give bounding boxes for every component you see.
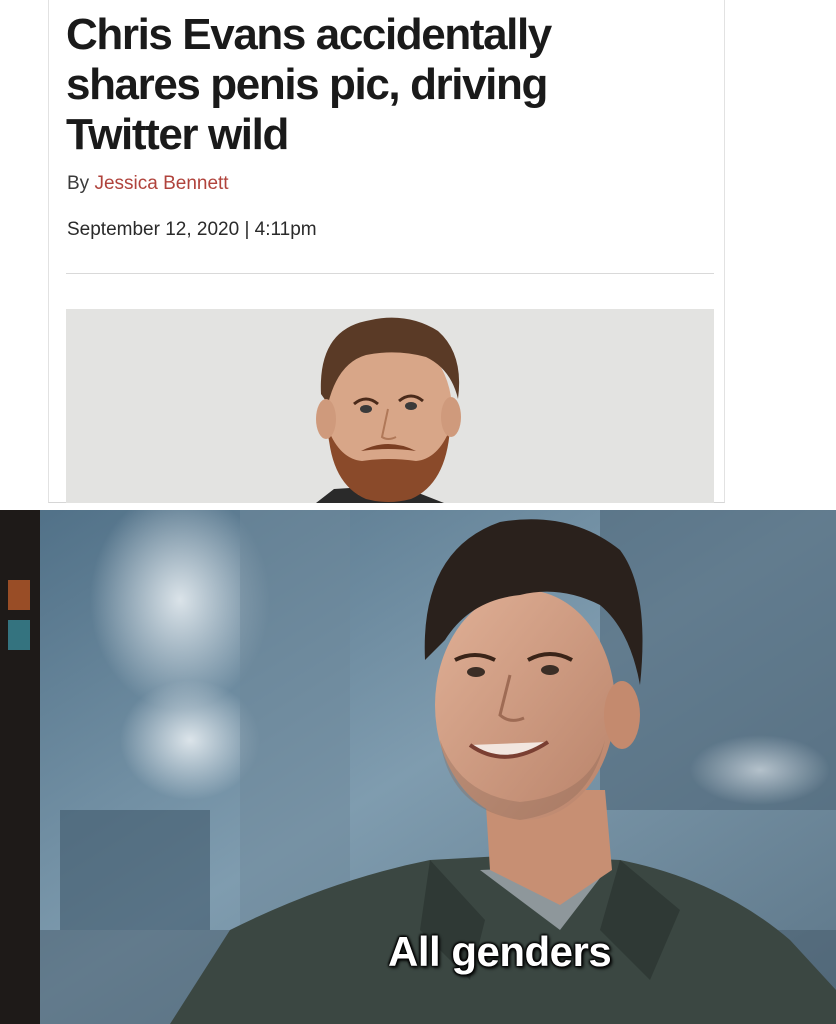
meme-caption: All genders bbox=[388, 928, 612, 975]
article-screenshot-panel: Chris Evans accidentally shares penis pi… bbox=[0, 0, 836, 510]
article-byline: By Jessica Bennett bbox=[67, 173, 229, 195]
article-photo bbox=[66, 309, 714, 503]
author-link[interactable]: Jessica Bennett bbox=[94, 173, 228, 194]
article-headline: Chris Evans accidentally shares penis pi… bbox=[66, 10, 552, 159]
bearded-man-photo bbox=[66, 309, 714, 503]
article-dateline: September 12, 2020 | 4:11pm bbox=[67, 219, 317, 240]
article-card: Chris Evans accidentally shares penis pi… bbox=[48, 0, 725, 503]
article-divider bbox=[66, 273, 714, 274]
byline-prefix: By bbox=[67, 173, 95, 194]
